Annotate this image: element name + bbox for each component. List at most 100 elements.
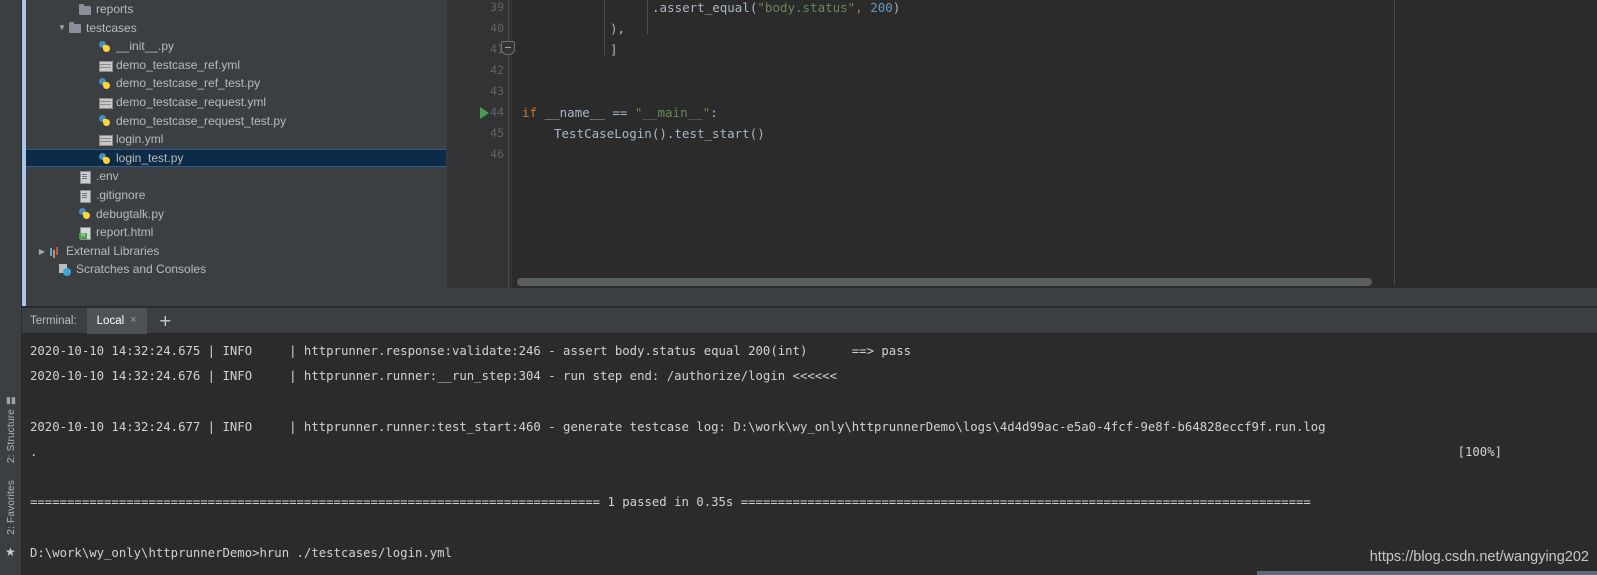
tree-row-label: demo_testcase_request_test.py	[116, 113, 287, 128]
tree-row[interactable]: ▶demo_testcase_ref.yml	[26, 56, 446, 75]
tree-row-label: .gitignore	[96, 187, 146, 202]
yaml-icon	[98, 133, 113, 146]
tree-row[interactable]: ▶Scratches and Consoles	[26, 260, 446, 279]
project-tree-panel[interactable]: ▶reports▼testcases▶__init__.py▶demo_test…	[26, 0, 446, 308]
tree-row-label: login_test.py	[116, 150, 184, 165]
code-line[interactable]: .assert_equal("body.status", 200)	[652, 0, 900, 18]
tree-row[interactable]: ▶login.yml	[26, 130, 446, 149]
tree-row[interactable]: ▶.gitignore	[26, 186, 446, 205]
right-margin-line	[1394, 0, 1395, 285]
library-icon	[48, 245, 62, 258]
code-token: .assert_equal(	[652, 0, 758, 15]
code-token: "__main__"	[634, 105, 711, 120]
scratches-icon	[58, 263, 72, 277]
file-icon	[78, 170, 92, 185]
tool-tab-structure[interactable]: 2: Structure ▮▮	[0, 395, 22, 464]
terminal-line: 2020-10-10 14:32:24.677 | INFO | httprun…	[30, 420, 1326, 434]
python-icon	[78, 207, 92, 220]
python-icon	[98, 40, 112, 53]
code-token: __name__	[537, 105, 613, 120]
tree-row-label: debugtalk.py	[96, 206, 165, 221]
line-number: 42	[490, 63, 504, 77]
editor-horizontal-scrollbar[interactable]	[517, 278, 1372, 286]
tree-row-label: demo_testcase_ref.yml	[116, 57, 241, 72]
line-number: 43	[490, 84, 504, 98]
terminal-line: .	[30, 445, 38, 459]
tree-row[interactable]: ▶login_test.py	[26, 148, 446, 168]
folder-icon	[78, 3, 92, 16]
tree-row[interactable]: ▶__init__.py	[26, 37, 446, 56]
ide-window: 2: Structure ▮▮ 2: Favorites ★ ▶reports▼…	[0, 0, 1597, 575]
tree-row-label: login.yml	[116, 132, 164, 147]
tree-row[interactable]: ▶demo_testcase_ref_test.py	[26, 74, 446, 93]
folder-icon	[68, 21, 82, 34]
terminal-line: 2020-10-10 14:32:24.676 | INFO | httprun…	[30, 369, 837, 383]
line-number: 44	[490, 105, 504, 119]
editor-bottom-bar	[447, 288, 1597, 308]
tree-row[interactable]: ▶.env	[26, 167, 446, 186]
tree-row-label: report.html	[96, 225, 154, 240]
terminal-panel[interactable]: Terminal: Local × + https://blog.csdn.ne…	[22, 307, 1597, 575]
code-token: if	[522, 105, 538, 120]
tree-row-label: demo_testcase_request.yml	[116, 94, 267, 109]
terminal-line: D:\work\wy_only\httprunnerDemo>hrun ./te…	[30, 546, 452, 560]
tree-row[interactable]: ▼ testcases	[26, 19, 446, 38]
terminal-panel-title: Terminal:	[30, 314, 77, 327]
html-icon	[78, 226, 92, 240]
chevron-down-icon[interactable]: ▼	[56, 23, 68, 32]
code-line[interactable]: if __name__ == "__main__":	[522, 102, 718, 123]
terminal-scrollbar[interactable]	[1257, 571, 1597, 575]
code-editor[interactable]: 39 40 41 42 43 44 45 46 .assert_equal("body.sta…	[447, 0, 1597, 308]
code-token: TestCaseLogin().test_start()	[554, 126, 765, 141]
line-number: 39	[490, 0, 504, 14]
terminal-output[interactable]: https://blog.csdn.net/wangying202 2020-1…	[22, 334, 1597, 575]
terminal-tab-local[interactable]: Local ×	[86, 307, 147, 334]
code-line[interactable]: ),	[610, 18, 625, 39]
chevron-right-icon[interactable]: ▶	[36, 247, 48, 256]
code-line[interactable]: TestCaseLogin().test_start()	[554, 123, 765, 144]
indent-guide	[604, 0, 605, 55]
tree-row-label: External Libraries	[66, 243, 160, 258]
yaml-icon	[98, 96, 113, 109]
code-token: :	[710, 105, 718, 120]
python-icon	[98, 152, 112, 165]
add-terminal-icon[interactable]: +	[159, 312, 172, 329]
watermark: https://blog.csdn.net/wangying202	[1369, 549, 1589, 565]
python-icon	[98, 114, 112, 127]
code-line[interactable]: ]	[610, 39, 618, 60]
line-number: 40	[490, 21, 504, 35]
star-icon: ★	[5, 545, 16, 559]
tool-tab-structure-label: 2: Structure	[5, 409, 17, 464]
file-icon	[78, 189, 92, 203]
close-icon[interactable]: ×	[130, 315, 136, 326]
tree-row[interactable]: ▶demo_testcase_request_test.py	[26, 112, 446, 131]
terminal-tab-bar: Terminal: Local × +	[22, 307, 1597, 334]
code-token: ==	[612, 105, 628, 120]
tree-row[interactable]: ▶reports	[26, 0, 446, 19]
tree-row-label: __init__.py	[116, 39, 175, 54]
tree-row[interactable]: ▶ External Libraries	[26, 242, 446, 261]
tree-row-label: Scratches and Consoles	[76, 262, 207, 277]
structure-icon: ▮▮	[6, 395, 16, 405]
code-content[interactable]: .assert_equal("body.status", 200)),] if _…	[512, 0, 1597, 308]
code-token: ,	[855, 0, 863, 15]
yaml-icon	[98, 59, 113, 72]
code-token: 200	[862, 0, 893, 15]
terminal-line: ========================================…	[30, 495, 1311, 509]
tree-row[interactable]: ▶report.html	[26, 223, 446, 242]
left-tool-strip: 2: Structure ▮▮ 2: Favorites ★	[0, 0, 22, 575]
line-number: 45	[490, 126, 504, 140]
tool-tab-favorites-label: 2: Favorites	[5, 480, 17, 535]
terminal-line: 2020-10-10 14:32:24.675 | INFO | httprun…	[30, 344, 911, 358]
run-line-icon[interactable]	[480, 107, 489, 119]
tree-row-label: reports	[96, 2, 134, 16]
indent-guide	[647, 0, 648, 34]
tree-row[interactable]: ▶demo_testcase_request.yml	[26, 93, 446, 112]
tree-row-label: demo_testcase_ref_test.py	[116, 76, 261, 91]
code-token: ),	[610, 21, 626, 36]
tool-tab-favorites[interactable]: 2: Favorites	[0, 480, 22, 535]
tree-row-label: .env	[96, 169, 119, 184]
code-token: ]	[610, 42, 618, 57]
tree-row[interactable]: ▶debugtalk.py	[26, 205, 446, 224]
